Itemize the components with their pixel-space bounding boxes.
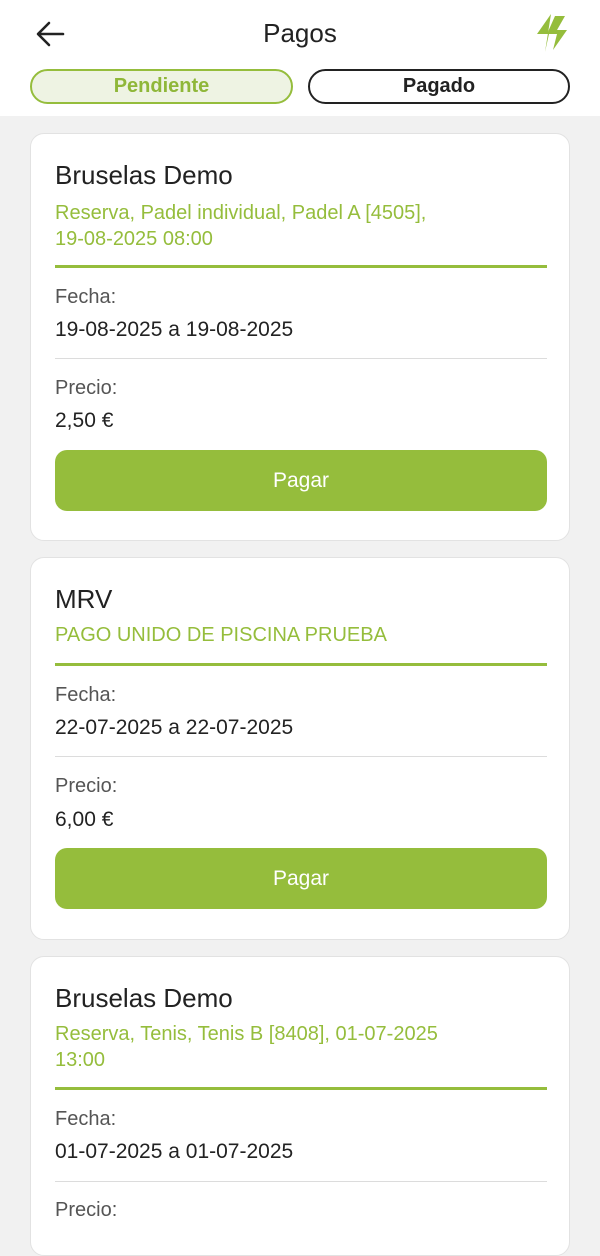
description-line: 19-08-2025 08:00 (55, 228, 213, 250)
price-label: Precio: (55, 377, 118, 399)
description-line: Reserva, Tenis, Tenis B [8408], 01-07-20… (55, 1023, 438, 1045)
price-value: 2,50 € (55, 409, 114, 432)
pay-button[interactable]: Pagar (55, 450, 547, 511)
date-label: Fecha: (55, 684, 117, 706)
date-value: 19-08-2025 a 19-08-2025 (55, 318, 294, 341)
price-label: Precio: (55, 775, 118, 797)
price-label: Precio: (55, 1199, 118, 1221)
reservation-description: Reserva, Padel individual, Padel A [4505… (55, 200, 515, 252)
accent-divider (55, 265, 547, 268)
price-value: 6,00 € (55, 808, 114, 831)
date-label: Fecha: (55, 286, 117, 308)
page-title: Pagos (263, 18, 337, 48)
payment-card: Bruselas Demo Reserva, Padel individual,… (30, 133, 570, 541)
description-line: PAGO UNIDO DE PISCINA PRUEBA (55, 624, 387, 646)
date-value: 22-07-2025 a 22-07-2025 (55, 716, 294, 739)
payment-card: Bruselas Demo Reserva, Tenis, Tenis B [8… (30, 956, 570, 1256)
club-name: Bruselas Demo (55, 983, 233, 1013)
divider (55, 358, 547, 359)
accent-divider (55, 1087, 547, 1090)
divider (55, 1181, 547, 1182)
date-value: 01-07-2025 a 01-07-2025 (55, 1140, 294, 1163)
logo-button[interactable] (530, 12, 572, 54)
accent-divider (55, 663, 547, 666)
club-name: MRV (55, 584, 113, 614)
club-name: Bruselas Demo (55, 160, 233, 190)
top-bar: Pagos Pendiente Pagado (0, 0, 600, 116)
tab-pendiente[interactable]: Pendiente (30, 69, 293, 104)
description-line: Reserva, Padel individual, Padel A [4505… (55, 202, 427, 224)
payment-card: MRV PAGO UNIDO DE PISCINA PRUEBA Fecha: … (30, 557, 570, 940)
date-label: Fecha: (55, 1108, 117, 1130)
pay-button[interactable]: Pagar (55, 848, 547, 909)
lightning-logo-icon (537, 14, 567, 52)
description-line: 13:00 (55, 1049, 106, 1071)
tab-pagado[interactable]: Pagado (308, 69, 570, 104)
divider (55, 756, 547, 757)
reservation-description: PAGO UNIDO DE PISCINA PRUEBA (55, 622, 515, 648)
reservation-description: Reserva, Tenis, Tenis B [8408], 01-07-20… (55, 1021, 515, 1073)
